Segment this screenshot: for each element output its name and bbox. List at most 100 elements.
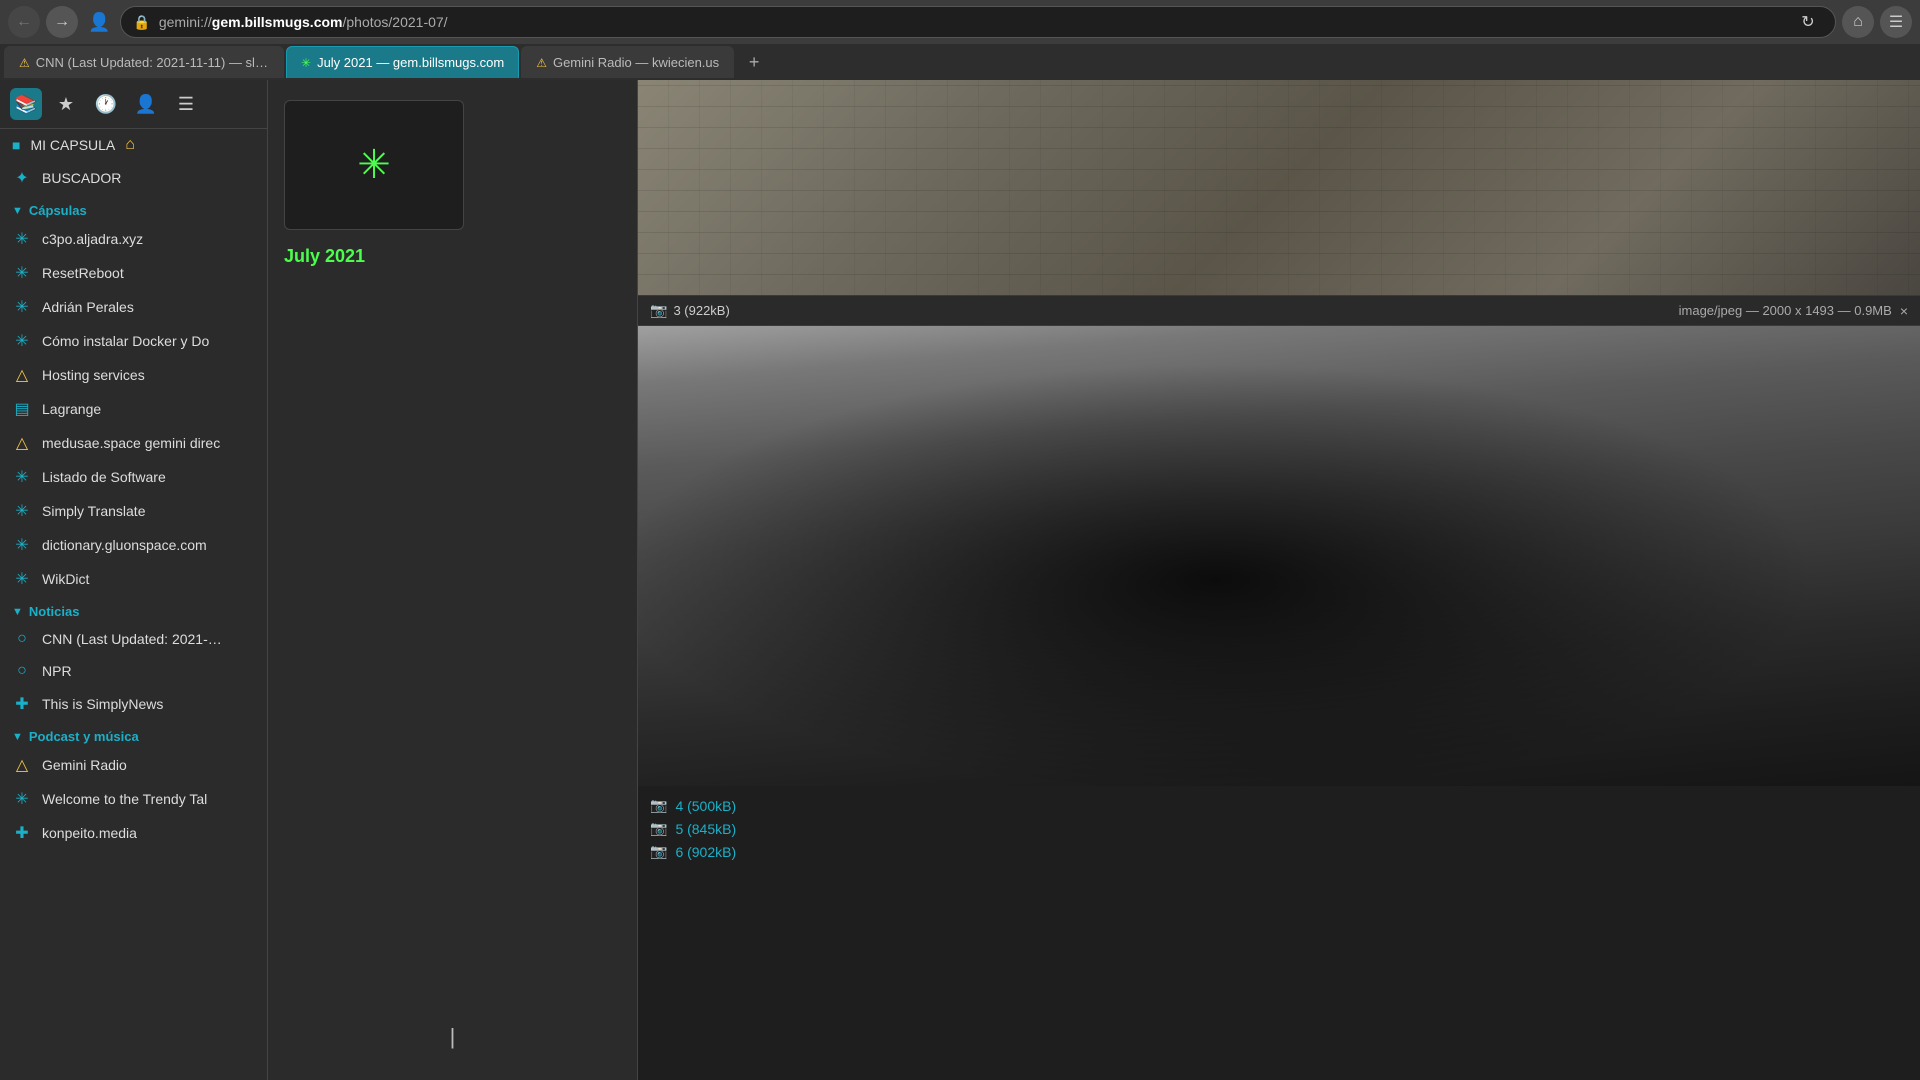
refresh-button[interactable]: ↻ [1793, 7, 1823, 37]
sidebar-item-lagrange[interactable]: ▤ Lagrange [0, 392, 267, 426]
content-area: ✳ July 2021 | 📷 3 (922kB) image/jpeg — 2… [268, 80, 1920, 1080]
docker-label: Cómo instalar Docker y Do [42, 333, 255, 349]
image-meta-3: 📷 3 (922kB) image/jpeg — 2000 x 1493 — 0… [638, 295, 1920, 326]
tabs-bar: ⚠ CNN (Last Updated: 2021-11-11) — sloum… [0, 44, 1920, 80]
konpeito-icon: ✚ [12, 823, 32, 843]
konpeito-label: konpeito.media [42, 825, 255, 841]
tab-july2021[interactable]: ✳ July 2021 — gem.billsmugs.com [286, 46, 519, 78]
category-noticias[interactable]: ▼ Noticias [0, 596, 267, 623]
sidebar-item-docker[interactable]: ✳ Cómo instalar Docker y Do [0, 324, 267, 358]
image-ruins-top [638, 80, 1920, 295]
image-block-4: 📷 4 (500kB) 📷 5 (845kB) 📷 6 (902kB) [638, 326, 1920, 871]
sidebar-favorites-button[interactable]: ★ [50, 88, 82, 120]
sidebar-item-trendy-tal[interactable]: ✳ Welcome to the Trendy Tal [0, 782, 267, 816]
sidebar-item-simply-translate[interactable]: ✳ Simply Translate [0, 494, 267, 528]
tab-icon-july: ✳ [301, 56, 311, 70]
listado-label: Listado de Software [42, 469, 255, 485]
sidebar-item-konpeito[interactable]: ✚ konpeito.media [0, 816, 267, 850]
trendy-tal-label: Welcome to the Trendy Tal [42, 791, 255, 807]
sidebar-toolbar: 📚 ★ 🕐 👤 ☰ [0, 80, 267, 129]
sidebar-item-cnn[interactable]: ○ CNN (Last Updated: 2021-… [0, 623, 267, 655]
sidebar-item-simplynews[interactable]: ✚ This is SimplyNews [0, 687, 267, 721]
sidebar-item-listado[interactable]: ✳ Listado de Software [0, 460, 267, 494]
sidebar-item-dictionary[interactable]: ✳ dictionary.gluonspace.com [0, 528, 267, 562]
capsulas-chevron: ▼ [12, 205, 23, 217]
browser-chrome: ← → 👤 🔒 gemini://gem.billsmugs.com/photo… [0, 0, 1920, 80]
left-panel: ✳ July 2021 | [268, 80, 638, 1080]
main-layout: 📚 ★ 🕐 👤 ☰ ■ MI CAPSULA ⌂ ✦ BUSCADOR ▼ Cá… [0, 80, 1920, 1080]
sidebar-item-medusae[interactable]: △ medusae.space gemini direc [0, 426, 267, 460]
trendy-tal-icon: ✳ [12, 789, 32, 809]
cnn-icon: ○ [12, 630, 32, 648]
forward-button[interactable]: → [46, 6, 78, 38]
wikdict-icon: ✳ [12, 569, 32, 589]
category-capsulas[interactable]: ▼ Cápsulas [0, 195, 267, 222]
resetreboot-label: ResetReboot [42, 265, 255, 281]
hosting-icon: △ [12, 365, 32, 385]
category-podcast[interactable]: ▼ Podcast y música [0, 721, 267, 748]
sidebar-list-button[interactable]: ☰ [170, 88, 202, 120]
tab-label-cnn: CNN (Last Updated: 2021-11-11) — sloum [36, 55, 269, 70]
image-link-5[interactable]: 📷 5 (845kB) [650, 817, 1908, 840]
capsulas-label: Cápsulas [29, 203, 87, 218]
url-text: gemini://gem.billsmugs.com/photos/2021-0… [159, 14, 1785, 30]
image-label-3: 3 (922kB) [673, 303, 729, 318]
sidebar-item-mi-capsula[interactable]: ■ MI CAPSULA ⌂ [0, 129, 267, 161]
image-label-5: 5 (845kB) [675, 821, 736, 837]
wikdict-label: WikDict [42, 571, 255, 587]
user-icon: 👤 [84, 12, 114, 33]
sidebar-item-resetreboot[interactable]: ✳ ResetReboot [0, 256, 267, 290]
sidebar-item-c3po[interactable]: ✳ c3po.aljadra.xyz [0, 222, 267, 256]
tab-label-july: July 2021 — gem.billsmugs.com [317, 55, 504, 70]
image-info-3: image/jpeg — 2000 x 1493 — 0.9MB [1679, 303, 1892, 318]
sidebar-history-button[interactable]: 🕐 [90, 88, 122, 120]
image-link-4[interactable]: 📷 4 (500kB) [650, 794, 1908, 817]
cnn-label: CNN (Last Updated: 2021-… [42, 631, 255, 647]
medusae-icon: △ [12, 433, 32, 453]
image-links: 📷 4 (500kB) 📷 5 (845kB) 📷 6 (902kB) [638, 786, 1920, 871]
sidebar-item-adrian[interactable]: ✳ Adrián Perales [0, 290, 267, 324]
npr-label: NPR [42, 663, 255, 679]
resetreboot-icon: ✳ [12, 263, 32, 283]
image-meta-right-3: image/jpeg — 2000 x 1493 — 0.9MB × [1679, 303, 1908, 319]
tab-cnn[interactable]: ⚠ CNN (Last Updated: 2021-11-11) — sloum [4, 46, 284, 78]
image-icon-3: 📷 [650, 302, 667, 319]
image-label-6: 6 (902kB) [675, 844, 736, 860]
lagrange-icon: ▤ [12, 399, 32, 419]
lock-icon: 🔒 [133, 14, 150, 31]
image-ruins-arch [638, 326, 1920, 786]
back-button[interactable]: ← [8, 6, 40, 38]
tab-label-radio: Gemini Radio — kwiecien.us [553, 55, 719, 70]
image-label-4: 4 (500kB) [675, 798, 736, 814]
dictionary-icon: ✳ [12, 535, 32, 555]
sidebar-item-hosting[interactable]: △ Hosting services [0, 358, 267, 392]
home-button[interactable]: ⌂ [1842, 6, 1874, 38]
buscador-label: BUSCADOR [42, 170, 255, 186]
gemini-radio-icon: △ [12, 755, 32, 775]
sidebar-item-wikdict[interactable]: ✳ WikDict [0, 562, 267, 596]
noticias-label: Noticias [29, 604, 80, 619]
add-tab-button[interactable]: + [740, 48, 768, 76]
url-bar[interactable]: 🔒 gemini://gem.billsmugs.com/photos/2021… [120, 6, 1836, 38]
npr-icon: ○ [12, 662, 32, 680]
right-panel[interactable]: 📷 3 (922kB) image/jpeg — 2000 x 1493 — 0… [638, 80, 1920, 1080]
sidebar: 📚 ★ 🕐 👤 ☰ ■ MI CAPSULA ⌂ ✦ BUSCADOR ▼ Cá… [0, 80, 268, 1080]
image-close-3[interactable]: × [1900, 303, 1908, 319]
sidebar-user-button[interactable]: 👤 [130, 88, 162, 120]
sidebar-item-buscador[interactable]: ✦ BUSCADOR [0, 161, 267, 195]
image-meta-left-3: 📷 3 (922kB) [650, 302, 730, 319]
sidebar-item-npr[interactable]: ○ NPR [0, 655, 267, 687]
c3po-icon: ✳ [12, 229, 32, 249]
simplynews-label: This is SimplyNews [42, 696, 255, 712]
podcast-label: Podcast y música [29, 729, 139, 744]
image-link-6[interactable]: 📷 6 (902kB) [650, 840, 1908, 863]
tab-radio[interactable]: ⚠ Gemini Radio — kwiecien.us [521, 46, 734, 78]
sidebar-bookmarks-button[interactable]: 📚 [10, 88, 42, 120]
thumb-title: July 2021 [284, 246, 365, 267]
simply-translate-label: Simply Translate [42, 503, 255, 519]
page-thumbnail: ✳ [284, 100, 464, 230]
sidebar-item-gemini-radio[interactable]: △ Gemini Radio [0, 748, 267, 782]
lagrange-label: Lagrange [42, 401, 255, 417]
menu-button[interactable]: ☰ [1880, 6, 1912, 38]
cursor-indicator: | [450, 1024, 456, 1050]
